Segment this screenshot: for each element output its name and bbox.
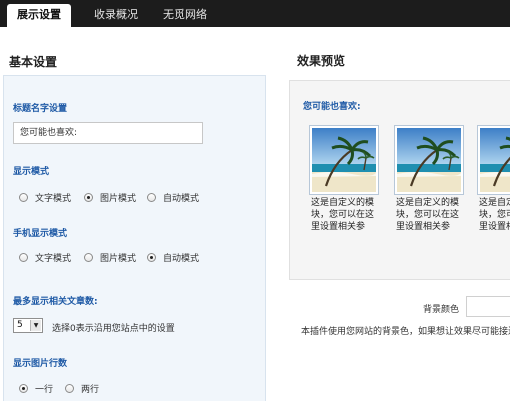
dropdown-arrow-icon: ▼ bbox=[30, 320, 41, 331]
tab-display-settings[interactable]: 展示设置 bbox=[7, 4, 71, 27]
tab-bar: 展示设置 收录概况 无觅网络 bbox=[0, 0, 510, 27]
radio-label: 图片模式 bbox=[100, 194, 137, 204]
bg-color-label: 背景颜色 bbox=[423, 305, 460, 315]
radio-label: 自动模式 bbox=[163, 254, 200, 264]
radio-display-text[interactable] bbox=[19, 193, 28, 202]
beach-palm-thumbnail bbox=[309, 125, 379, 195]
bg-color-input[interactable] bbox=[466, 296, 510, 317]
bg-color-note: 本插件使用您网站的背景色，如果想让效果尽可能接近 bbox=[301, 327, 510, 337]
card-text: 这是自定义的模块，您可以在这里设置相关参 bbox=[479, 198, 510, 232]
beach-scene-image bbox=[397, 128, 461, 192]
radio-label: 两行 bbox=[81, 385, 100, 395]
radio-mobile-image[interactable] bbox=[84, 253, 93, 262]
radio-label: 自动模式 bbox=[163, 194, 200, 204]
radio-label: 文字模式 bbox=[35, 254, 72, 264]
radio-rows-one[interactable] bbox=[19, 384, 28, 393]
max-posts-hint: 选择0表示沿用您站点中的设置 bbox=[52, 324, 175, 334]
beach-palm-thumbnail bbox=[394, 125, 464, 195]
preview-card[interactable]: 这是自定义的模块，您可以在这里设置相关参 bbox=[394, 125, 464, 240]
basic-settings-title: 基本设置 bbox=[9, 55, 58, 69]
radio-rows-two[interactable] bbox=[65, 384, 74, 393]
radio-label: 图片模式 bbox=[100, 254, 137, 264]
beach-scene-image bbox=[480, 128, 510, 192]
preview-card[interactable]: 这是自定义的模块，您可以在这里设置相关参 bbox=[309, 125, 379, 240]
display-mode-label: 显示模式 bbox=[13, 167, 50, 177]
title-name-input[interactable]: 您可能也喜欢: bbox=[13, 122, 203, 144]
preview-heading: 您可能也喜欢: bbox=[303, 102, 361, 112]
radio-display-image[interactable] bbox=[84, 193, 93, 202]
max-posts-value: 5 bbox=[17, 320, 23, 330]
max-posts-label: 最多显示相关文章数: bbox=[13, 297, 98, 307]
beach-scene-image bbox=[312, 128, 376, 192]
radio-mobile-auto[interactable] bbox=[147, 253, 156, 262]
title-setting-label: 标题名字设置 bbox=[13, 104, 68, 114]
radio-display-auto[interactable] bbox=[147, 193, 156, 202]
radio-label: 文字模式 bbox=[35, 194, 72, 204]
tab-wumi-network[interactable]: 无觅网络 bbox=[153, 4, 217, 27]
mobile-mode-label: 手机显示模式 bbox=[13, 229, 68, 239]
preview-card[interactable]: 这是自定义的模块，您可以在这里设置相关参 bbox=[477, 125, 510, 240]
radio-label: 一行 bbox=[35, 385, 54, 395]
radio-mobile-text[interactable] bbox=[19, 253, 28, 262]
preview-title: 效果预览 bbox=[297, 54, 346, 68]
card-text: 这是自定义的模块，您可以在这里设置相关参 bbox=[396, 198, 460, 232]
image-rows-label: 显示图片行数 bbox=[13, 359, 68, 369]
max-posts-select[interactable]: 5 ▼ bbox=[13, 318, 43, 333]
tab-index-overview[interactable]: 收录概况 bbox=[84, 4, 148, 27]
card-text: 这是自定义的模块，您可以在这里设置相关参 bbox=[311, 198, 375, 232]
beach-palm-thumbnail bbox=[477, 125, 510, 195]
